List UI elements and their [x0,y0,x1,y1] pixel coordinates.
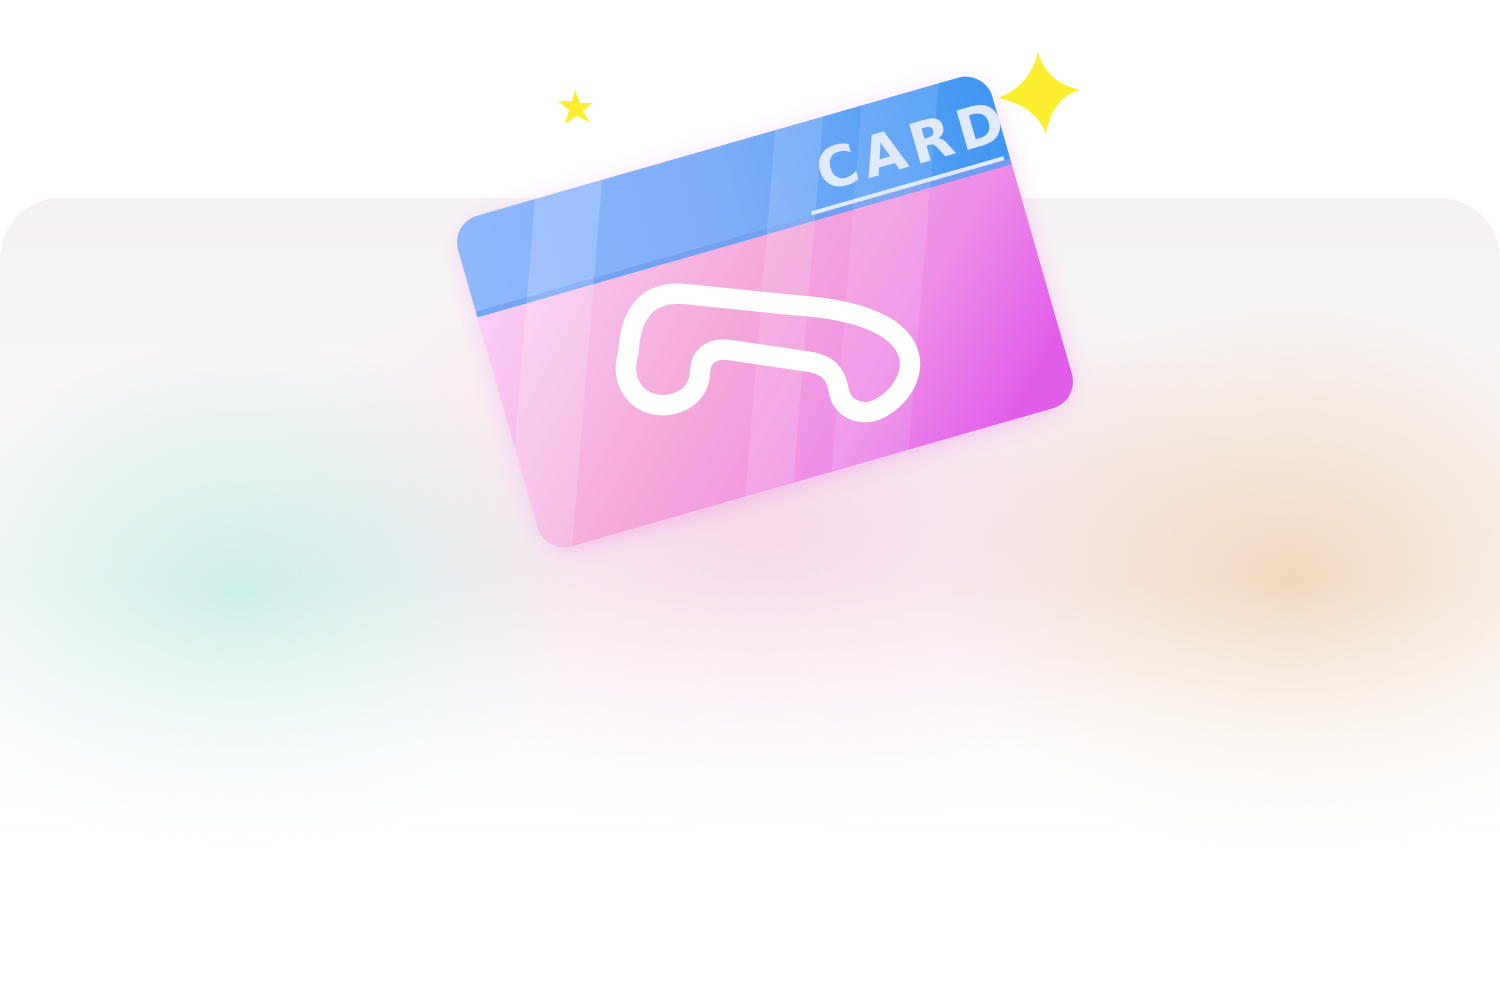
phone-card-illustration: CARD [450,52,1080,554]
sparkle-star-icon [998,52,1080,134]
illustration-canvas: CARD [0,0,1500,1008]
sparkle-star-icon [558,90,593,124]
